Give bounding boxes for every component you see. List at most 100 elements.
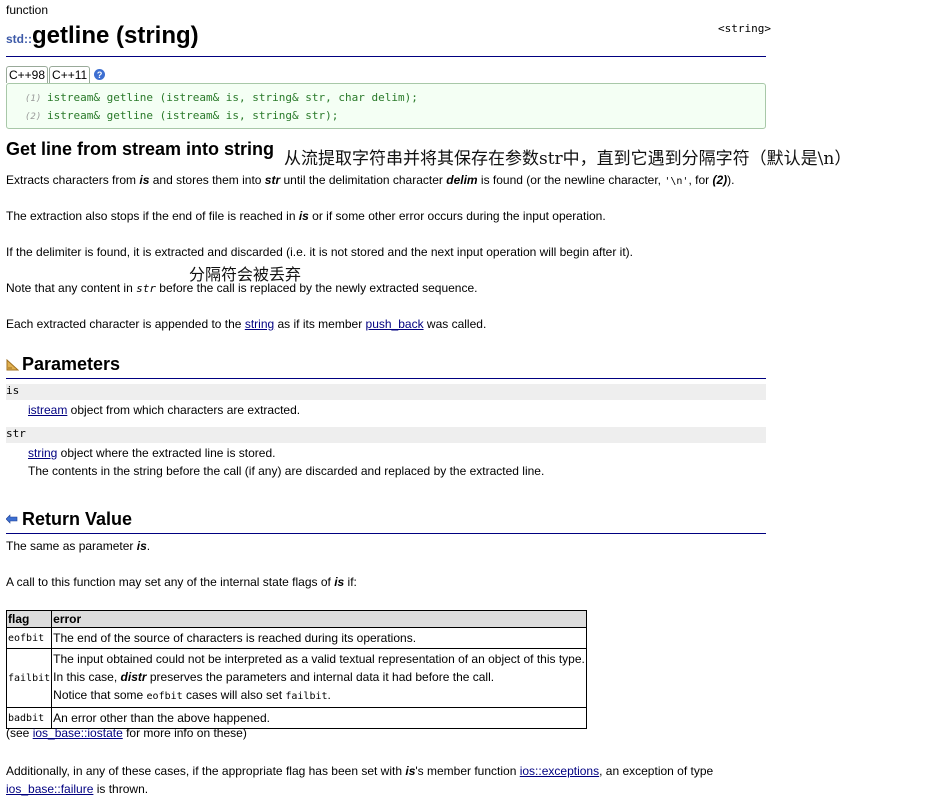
see-also-paragraph: (see ios_base::iostate for more info on … [6, 726, 247, 740]
param-ref: is [298, 209, 309, 223]
ios-base-iostate-link[interactable]: ios_base::iostate [33, 726, 123, 740]
text: until the delimitation character [280, 173, 447, 187]
prototype-number: (2) [25, 112, 42, 122]
text: object where the extracted line is store… [57, 446, 276, 460]
text: Notice that some [53, 688, 147, 702]
return-paragraph: The same as parameter is. [6, 539, 150, 553]
push-back-link[interactable]: push_back [366, 317, 424, 331]
text: Each extracted character is appended to … [6, 317, 245, 331]
param-ref: distr [120, 670, 147, 684]
param-ref: is [136, 539, 147, 553]
code-literal: eofbit [146, 691, 183, 702]
param-name-is: is [6, 384, 766, 400]
text: , an exception of type [599, 764, 714, 778]
code-literal: failbit [285, 691, 328, 702]
description-paragraph: The extraction also stops if the end of … [6, 209, 606, 223]
section-divider [6, 533, 766, 534]
error-text: In this case, distr preserves the parame… [53, 668, 585, 686]
param-desc: istream object from which characters are… [28, 403, 300, 417]
param-name-str: str [6, 427, 766, 443]
function-name: getline (string) [32, 22, 199, 49]
param-ref: is [334, 575, 345, 589]
handwritten-note: 从流提取字符串并将其保存在参数str中，直到它遇到分隔字符（默认是\n） [284, 149, 852, 169]
text: A call to this function may set any of t… [6, 575, 335, 589]
prototype-2: (2) istream& getline (istream& is, string… [25, 109, 338, 122]
text: (see [6, 726, 33, 740]
text: . [327, 688, 331, 702]
prototype-box: (1) istream& getline (istream& is, string… [6, 83, 766, 129]
error-cell: The input obtained could not be interpre… [51, 648, 587, 708]
text: The same as parameter [6, 539, 137, 553]
prototype-ref: (2) [712, 173, 728, 187]
text: Note that any content in [6, 281, 137, 295]
header-tag: <string> [718, 22, 771, 35]
table-row: failbit The input obtained could not be … [5, 648, 587, 708]
text: and stores them into [149, 173, 265, 187]
string-link[interactable]: string [245, 317, 274, 331]
istream-link[interactable]: istream [28, 403, 67, 417]
description-heading: Get line from stream into string [6, 139, 275, 159]
text: In this case, [53, 670, 121, 684]
text: . [146, 539, 151, 553]
parameters-heading: Parameters [6, 354, 120, 375]
flag-cell: failbit [5, 648, 53, 708]
text: is found (or the newline character, [477, 173, 665, 187]
description-paragraph: Each extracted character is appended to … [6, 317, 486, 331]
help-icon[interactable]: ? [94, 69, 106, 80]
column-header: error [51, 610, 587, 628]
text: is thrown. [93, 782, 149, 796]
param-desc: string object where the extracted line i… [28, 446, 275, 460]
text: was called. [423, 317, 487, 331]
text: preserves the parameters and internal da… [146, 670, 495, 684]
ruler-icon [6, 358, 19, 370]
description-paragraph: Note that any content in str before the … [6, 281, 478, 295]
return-value-heading: Return Value [6, 509, 132, 530]
param-ref: str [136, 282, 156, 295]
param-desc-extra: The contents in the string before the ca… [28, 464, 545, 478]
prototype-number: (1) [25, 94, 42, 104]
text: before the call is replaced by the newly… [155, 281, 478, 295]
error-cell: The end of the source of characters is r… [51, 627, 587, 649]
ios-exceptions-link[interactable]: ios::exceptions [520, 764, 599, 778]
title-divider [6, 56, 766, 57]
exceptions-paragraph: Additionally, in any of these cases, if … [6, 762, 726, 798]
error-text: Notice that some eofbit cases will also … [53, 686, 585, 706]
error-text: The input obtained could not be interpre… [53, 652, 585, 666]
text: , for [688, 173, 713, 187]
text: cases will also set [182, 688, 286, 702]
flag-cell: eofbit [5, 627, 53, 649]
text: as if its member [274, 317, 366, 331]
page-title: std::getline (string) [6, 22, 199, 50]
text: or if some other error occurs during the… [308, 209, 606, 223]
prototype-1: (1) istream& getline (istream& is, string… [25, 91, 418, 104]
return-paragraph: A call to this function may set any of t… [6, 575, 357, 589]
description-paragraph: If the delimiter is found, it is extract… [6, 245, 633, 259]
param-ref: is [405, 764, 416, 778]
param-ref: delim [446, 173, 478, 187]
string-link[interactable]: string [28, 446, 57, 460]
param-ref: is [139, 173, 150, 187]
text: object from which characters are extract… [67, 403, 301, 417]
description-paragraph: Extracts characters from is and stores t… [6, 173, 734, 187]
heading-text: Parameters [22, 354, 121, 374]
tab-cpp98[interactable]: C++98 [6, 66, 49, 83]
ios-base-failure-link[interactable]: ios_base::failure [6, 782, 93, 796]
version-tabs: C++98 C++11 ? [6, 66, 106, 83]
text: if: [344, 575, 357, 589]
text: 's member function [415, 764, 520, 778]
heading-text: Return Value [22, 509, 133, 529]
text: The extraction also stops if the end of … [6, 209, 299, 223]
section-divider [6, 378, 766, 379]
table-header-row: flag error [5, 610, 587, 628]
text: Extracts characters from [6, 173, 140, 187]
error-text: An error other than the above happened. [53, 711, 270, 725]
return-arrow-icon [6, 513, 18, 524]
prototype-code: istream& getline (istream& is, string& s… [47, 91, 418, 104]
page-kind: function [6, 3, 49, 17]
tab-cpp11[interactable]: C++11 [49, 66, 91, 83]
table-row: eofbit The end of the source of characte… [5, 627, 587, 649]
namespace-label: std:: [6, 32, 32, 46]
error-text: The end of the source of characters is r… [53, 631, 417, 645]
code-literal: '\n' [664, 176, 689, 187]
prototype-code: istream& getline (istream& is, string& s… [47, 109, 339, 122]
